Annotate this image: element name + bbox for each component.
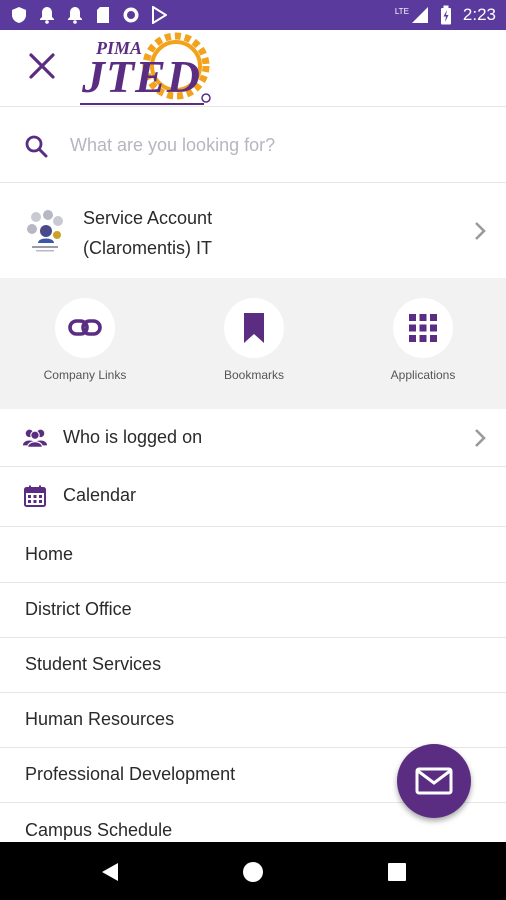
menu-item-human-resources[interactable]: Human Resources (0, 693, 506, 748)
menu-item-who-logged-on[interactable]: Who is logged on (0, 410, 506, 467)
applications-button[interactable]: Applications (353, 298, 493, 382)
status-time: 2:23 (462, 5, 496, 24)
users-group-icon (22, 429, 48, 448)
search-bar (0, 107, 506, 183)
menu-item-label: Who is logged on (63, 427, 203, 447)
bookmarks-button[interactable]: Bookmarks (184, 298, 324, 382)
company-links-button[interactable]: Company Links (15, 298, 155, 382)
menu-item-label: Professional Development (25, 764, 236, 784)
battery-icon (437, 5, 455, 25)
grid-icon (409, 314, 437, 342)
account-avatar (27, 210, 63, 252)
search-icon[interactable] (24, 134, 48, 158)
recents-icon[interactable] (386, 861, 408, 883)
menu-item-district-office[interactable]: District Office (0, 583, 506, 638)
sd-card-icon (94, 6, 112, 24)
company-links-circle (55, 298, 115, 358)
close-icon (29, 53, 55, 79)
play-store-icon (150, 6, 168, 24)
chevron-right-icon (475, 222, 486, 240)
applications-circle (393, 298, 453, 358)
status-bar: LTE 2:23 (0, 0, 506, 30)
notification-bell-icon (38, 6, 56, 24)
link-icon (68, 319, 102, 336)
menu-item-label: District Office (25, 599, 132, 619)
quick-link-label: Applications (390, 368, 456, 382)
menu-item-label: Campus Schedule (25, 820, 173, 840)
search-input[interactable] (68, 127, 472, 163)
envelope-icon (415, 767, 453, 795)
shield-icon (10, 6, 28, 24)
bookmark-icon (244, 313, 264, 343)
home-icon[interactable] (242, 861, 264, 883)
menu-item-label: Home (25, 544, 74, 564)
logo-main-text: JTED (82, 51, 201, 102)
system-navigation-bar (0, 842, 506, 900)
bookmarks-circle (224, 298, 284, 358)
account-name-line2: (Claromentis) IT (83, 238, 213, 258)
menu-item-calendar[interactable]: Calendar (0, 467, 506, 527)
quick-links-bar: Company Links Bookmarks Applications (0, 278, 506, 409)
compose-message-button[interactable] (397, 744, 471, 818)
calendar-icon (24, 485, 46, 507)
quick-link-label: Bookmarks (223, 368, 285, 382)
sync-icon (122, 6, 140, 24)
menu-item-label: Human Resources (25, 709, 175, 729)
pima-jted-logo: PIMA JTED (78, 32, 223, 106)
notification-bell-icon (66, 6, 84, 24)
network-type-label: LTE (394, 6, 409, 16)
menu-item-label: Student Services (25, 654, 162, 674)
menu-item-label: Calendar (63, 485, 137, 505)
close-button[interactable] (22, 46, 62, 86)
quick-link-label: Company Links (43, 368, 127, 382)
account-name: Service Account (Claromentis) IT (83, 203, 443, 263)
menu-item-home[interactable]: Home (0, 527, 506, 583)
account-row[interactable]: Service Account (Claromentis) IT (0, 183, 506, 277)
app-header: PIMA JTED (0, 30, 506, 107)
menu-item-student-services[interactable]: Student Services (0, 638, 506, 693)
account-name-line1: Service Account (83, 208, 213, 228)
back-icon[interactable] (99, 861, 121, 883)
chevron-right-icon (475, 429, 486, 447)
signal-icon (411, 6, 429, 24)
